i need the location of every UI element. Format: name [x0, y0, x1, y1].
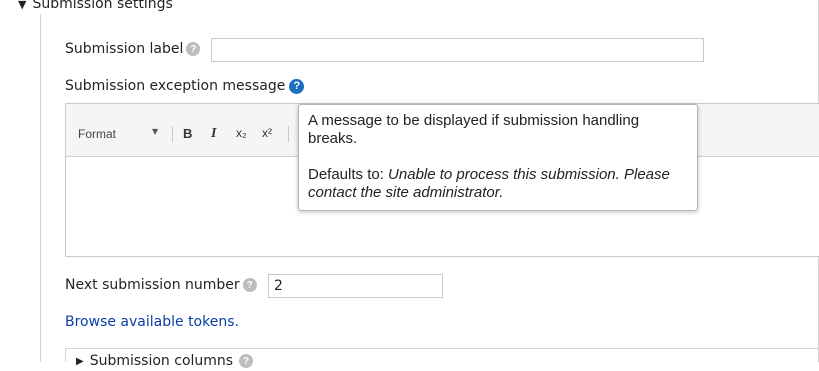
- help-icon[interactable]: ?: [242, 278, 257, 292]
- help-icon[interactable]: ?: [186, 42, 201, 56]
- help-icon[interactable]: ?: [239, 354, 254, 368]
- help-tooltip: A message to be displayed if submission …: [298, 104, 698, 211]
- chevron-down-icon[interactable]: ▼: [152, 127, 158, 136]
- tooltip-defaults-prefix: Defaults to:: [308, 166, 389, 183]
- next-number-label: Next submission number ?: [65, 277, 257, 293]
- help-icon[interactable]: ?: [289, 78, 305, 94]
- exception-message-label: Submission exception message ?: [65, 78, 305, 94]
- format-dropdown[interactable]: Format: [78, 127, 116, 141]
- toolbar-separator: [172, 126, 173, 142]
- tooltip-defaults: Defaults to: Unable to process this subm…: [308, 166, 687, 202]
- fieldset-legend-submission-settings[interactable]: ▼ Submission settings: [18, 0, 177, 14]
- submission-label-label: Submission label ?: [65, 41, 201, 57]
- italic-button[interactable]: I: [211, 126, 216, 142]
- columns-legend-label: Submission columns: [89, 353, 234, 369]
- submission-label-text: Submission label: [65, 41, 184, 57]
- subscript-button[interactable]: x₂: [236, 126, 247, 140]
- next-number-input[interactable]: [268, 274, 443, 298]
- superscript-button[interactable]: x²: [262, 126, 272, 140]
- toolbar-separator: [288, 126, 289, 142]
- exception-message-text: Submission exception message: [65, 78, 286, 94]
- columns-fieldset-border-left: [65, 348, 66, 362]
- next-number-text: Next submission number: [65, 277, 240, 293]
- bold-button[interactable]: B: [183, 126, 192, 141]
- columns-fieldset-border-top: [65, 348, 819, 349]
- triangle-right-icon: ▶: [76, 355, 84, 367]
- columns-fieldset-legend[interactable]: ▶ Submission columns ?: [72, 351, 258, 371]
- browse-tokens-link[interactable]: Browse available tokens.: [65, 314, 239, 330]
- legend-label: Submission settings: [32, 0, 173, 12]
- submission-label-input[interactable]: [211, 38, 704, 62]
- tooltip-description: A message to be displayed if submission …: [308, 112, 640, 147]
- triangle-down-icon: ▼: [18, 0, 27, 11]
- fieldset-border-left: [40, 0, 41, 362]
